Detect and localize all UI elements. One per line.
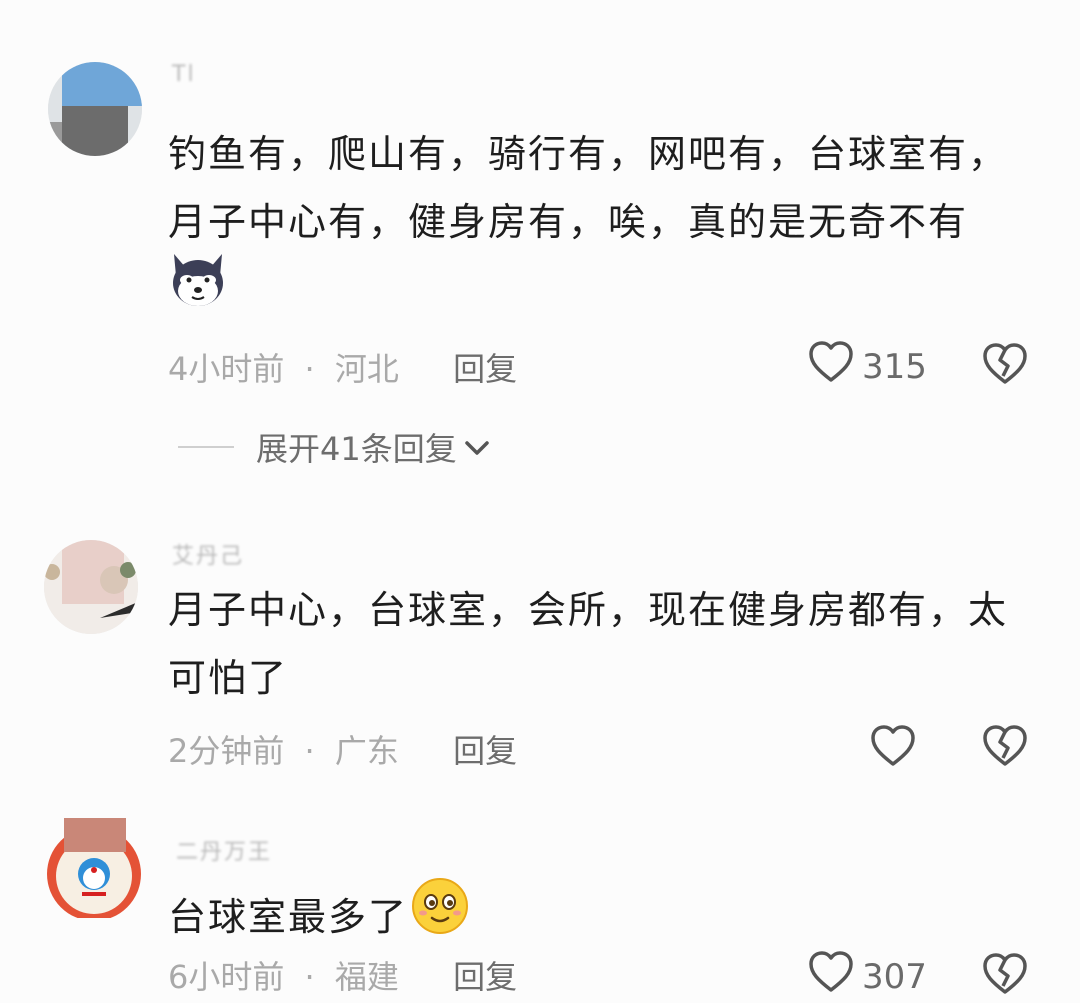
username[interactable]: 艾丹己 bbox=[172, 538, 244, 570]
comment-text-line: 台球室最多了 bbox=[168, 894, 409, 939]
heart-outline-icon bbox=[870, 724, 916, 777]
dislike-button[interactable] bbox=[982, 342, 1028, 390]
dislike-button[interactable] bbox=[982, 952, 1028, 1000]
expand-replies-button[interactable]: 展开41条回复 bbox=[178, 424, 491, 470]
like-count: 315 bbox=[862, 346, 927, 387]
comment-text: 钓鱼有，爬山有，骑行有，网吧有，台球室有， 月子中心有，健身房有，唉，真的是无奇… bbox=[168, 120, 1048, 324]
heart-outline-icon bbox=[808, 950, 854, 1003]
heart-outline-icon bbox=[808, 340, 854, 393]
like-button[interactable] bbox=[870, 724, 916, 777]
dislike-button[interactable] bbox=[982, 724, 1028, 772]
username[interactable]: Tl bbox=[172, 62, 196, 87]
avatar[interactable] bbox=[44, 800, 141, 921]
meta-separator: · bbox=[304, 958, 315, 996]
avatar[interactable] bbox=[44, 540, 138, 634]
chevron-down-icon bbox=[463, 428, 491, 466]
expand-divider bbox=[178, 446, 234, 448]
comment-meta: 4小时前 · 河北 回复 bbox=[168, 344, 517, 390]
smile-emoji-icon bbox=[410, 876, 470, 957]
like-count: 307 bbox=[862, 956, 927, 997]
comment-text: 月子中心，台球室，会所，现在健身房都有，太 可怕了 bbox=[168, 576, 1048, 712]
comment-meta: 6小时前 · 福建 回复 bbox=[168, 952, 517, 998]
meta-separator: · bbox=[304, 350, 315, 388]
reply-button[interactable]: 回复 bbox=[453, 350, 517, 388]
broken-heart-icon bbox=[982, 953, 1028, 1000]
dog-emoji-icon bbox=[168, 250, 228, 331]
meta-separator: · bbox=[304, 732, 315, 770]
comment-time: 4小时前 bbox=[168, 350, 285, 388]
comment-location: 福建 bbox=[334, 958, 399, 996]
reply-button[interactable]: 回复 bbox=[453, 958, 517, 996]
comment-time: 2分钟前 bbox=[168, 732, 285, 770]
comment-location: 广东 bbox=[334, 732, 399, 770]
comment-text-line: 月子中心，台球室，会所，现在健身房都有，太 bbox=[168, 588, 1009, 632]
like-button[interactable]: 307 bbox=[808, 950, 927, 1003]
comment-time: 6小时前 bbox=[168, 958, 285, 996]
like-button[interactable]: 315 bbox=[808, 340, 927, 393]
username[interactable]: 二丹万王 bbox=[176, 834, 272, 866]
broken-heart-icon bbox=[982, 725, 1028, 772]
comment-location: 河北 bbox=[334, 350, 399, 388]
comment-text-line: 月子中心有，健身房有，唉，真的是无奇不有 bbox=[168, 200, 969, 244]
comment-text-line: 可怕了 bbox=[168, 656, 289, 700]
comment-meta: 2分钟前 · 广东 回复 bbox=[168, 726, 517, 772]
avatar[interactable] bbox=[48, 62, 142, 156]
comment-text: 台球室最多了 bbox=[168, 876, 1048, 957]
reply-button[interactable]: 回复 bbox=[453, 732, 517, 770]
broken-heart-icon bbox=[982, 343, 1028, 390]
comment-text-line: 钓鱼有，爬山有，骑行有，网吧有，台球室有， bbox=[168, 132, 1009, 176]
expand-replies-label: 展开41条回复 bbox=[256, 430, 457, 468]
